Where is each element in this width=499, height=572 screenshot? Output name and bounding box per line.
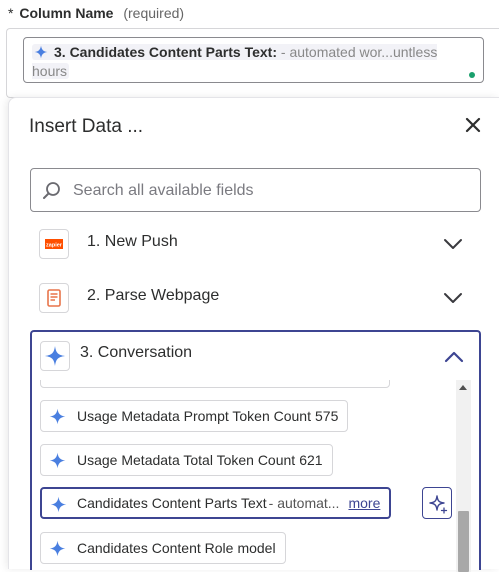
pill-value: - automated wor...untless [280, 44, 438, 60]
insert-data-panel: Insert Data ... zapier 1. New Push [8, 97, 499, 572]
step-label: 1. New Push [87, 233, 178, 250]
ai-sparkle-icon [49, 540, 66, 557]
required-text: (required) [123, 5, 185, 21]
step-conversation: 3. Conversation Usage Metadata Prompt To… [30, 330, 481, 572]
field-item-value: model [237, 540, 276, 556]
ai-sparkle-icon [40, 341, 70, 371]
step-new-push[interactable]: zapier 1. New Push [30, 224, 481, 264]
ai-sparkle-icon [49, 408, 66, 425]
field-item-value: 621 [299, 452, 323, 468]
search-icon [43, 182, 60, 199]
chevron-down-icon[interactable] [443, 236, 463, 252]
ai-sparkle-icon [34, 45, 48, 59]
more-link[interactable]: more [348, 495, 380, 511]
zapier-logo-icon: zapier [39, 229, 69, 259]
pill-title: 3. Candidates Content Parts Text: [54, 44, 278, 60]
field-item[interactable]: Candidates Content Role model [40, 532, 286, 564]
ai-sparkle-icon [50, 496, 67, 513]
ai-sparkle-icon [49, 452, 66, 469]
search-input[interactable] [71, 179, 471, 203]
scroll-up-icon[interactable] [459, 385, 467, 390]
step-parse-webpage[interactable]: 2. Parse Webpage [30, 278, 481, 318]
mapped-field-pill[interactable]: 3. Candidates Content Parts Text: - auto… [32, 44, 438, 79]
field-list: Usage Metadata Prompt Token Count 575 Usa… [32, 380, 479, 572]
svg-text:zapier: zapier [46, 243, 63, 249]
field-item-name: Candidates Content Role [77, 540, 234, 556]
field-item-name: Usage Metadata Prompt Token Count [77, 408, 311, 424]
step-label: 2. Parse Webpage [87, 287, 220, 304]
chevron-up-icon[interactable] [444, 350, 464, 364]
field-item[interactable]: Usage Metadata Total Token Count 621 [40, 444, 333, 476]
search-field[interactable] [30, 168, 481, 212]
scrollbar-thumb[interactable] [458, 511, 469, 572]
required-marker: * [8, 5, 14, 21]
list-item[interactable] [40, 380, 390, 388]
field-item-value: 575 [315, 408, 339, 424]
field-item-name: Candidates Content Parts Text [77, 495, 267, 511]
chevron-down-icon[interactable] [443, 290, 463, 306]
ai-magic-icon [429, 495, 448, 514]
webpage-parser-icon [39, 283, 69, 313]
field-item-name: Usage Metadata Total Token Count [77, 452, 296, 468]
scrollbar[interactable] [456, 380, 471, 572]
status-dot [469, 72, 475, 78]
close-icon[interactable] [464, 116, 482, 134]
field-name: Column Name [19, 5, 114, 21]
column-name-label: * Column Name (required) [8, 5, 184, 21]
field-item-selected[interactable]: Candidates Content Parts Text - automat..… [40, 487, 392, 519]
field-item[interactable]: Usage Metadata Prompt Token Count 575 [40, 400, 349, 432]
panel-title: Insert Data ... [29, 116, 144, 137]
step-label: 3. Conversation [80, 344, 193, 361]
step-conversation-header[interactable]: 3. Conversation [32, 332, 479, 378]
pill-value-continued: hours [32, 63, 68, 79]
field-item-value: - automat... [268, 495, 340, 511]
ai-format-button[interactable] [422, 487, 452, 519]
column-name-input[interactable]: 3. Candidates Content Parts Text: - auto… [23, 37, 484, 83]
